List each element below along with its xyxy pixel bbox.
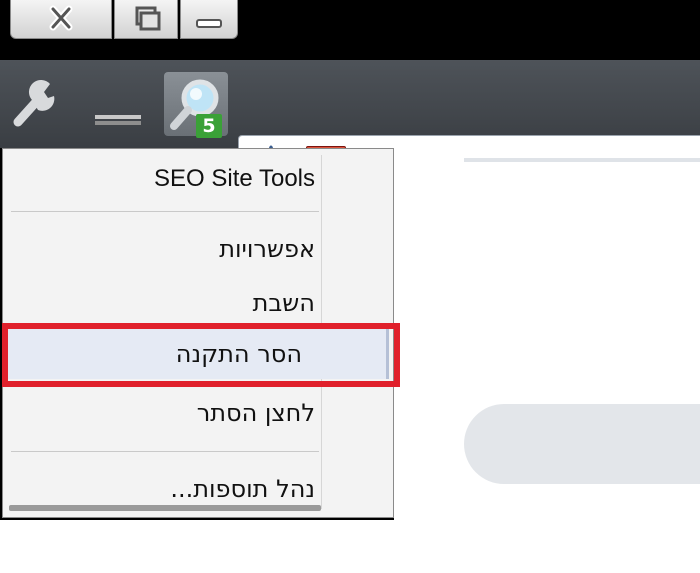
menu-scrollbar[interactable] [9, 505, 321, 511]
extension-badge: 5 [196, 114, 222, 138]
menu-item-label: נהל תוספות... [170, 475, 315, 503]
menu-separator [11, 451, 319, 452]
browser-toolbar: Aa [0, 60, 700, 193]
menu-item-label: אפשרויות [219, 235, 315, 263]
highlight-box [2, 323, 400, 387]
menu-item-disable[interactable]: השבת [3, 283, 323, 323]
page-area [0, 520, 394, 573]
restore-button[interactable] [114, 0, 178, 39]
minimize-icon [196, 19, 222, 28]
wrench-button[interactable] [10, 78, 58, 132]
page-divider [464, 158, 700, 162]
close-icon [49, 5, 73, 31]
restore-icon [135, 6, 161, 31]
page-search-field [464, 404, 700, 484]
web-page [394, 148, 700, 573]
menu-item-options[interactable]: אפשרויות [3, 229, 323, 269]
menu-item-manage-extensions[interactable]: נהל תוספות... [3, 469, 323, 509]
menu-item-label: לחצן הסתר [196, 399, 315, 427]
wrench-icon [13, 79, 55, 127]
menu-item-label: SEO Site Tools [154, 165, 315, 192]
menu-item-seo-site-tools[interactable]: SEO Site Tools [3, 159, 323, 199]
menu-item-label: השבת [252, 289, 315, 317]
menu-separator [11, 211, 319, 212]
menu-item-hide-button[interactable]: לחצן הסתר [3, 393, 323, 433]
close-button[interactable] [10, 0, 112, 39]
minimize-button[interactable] [180, 0, 238, 39]
window-controls [10, 0, 238, 40]
toolbar-divider [95, 115, 141, 125]
